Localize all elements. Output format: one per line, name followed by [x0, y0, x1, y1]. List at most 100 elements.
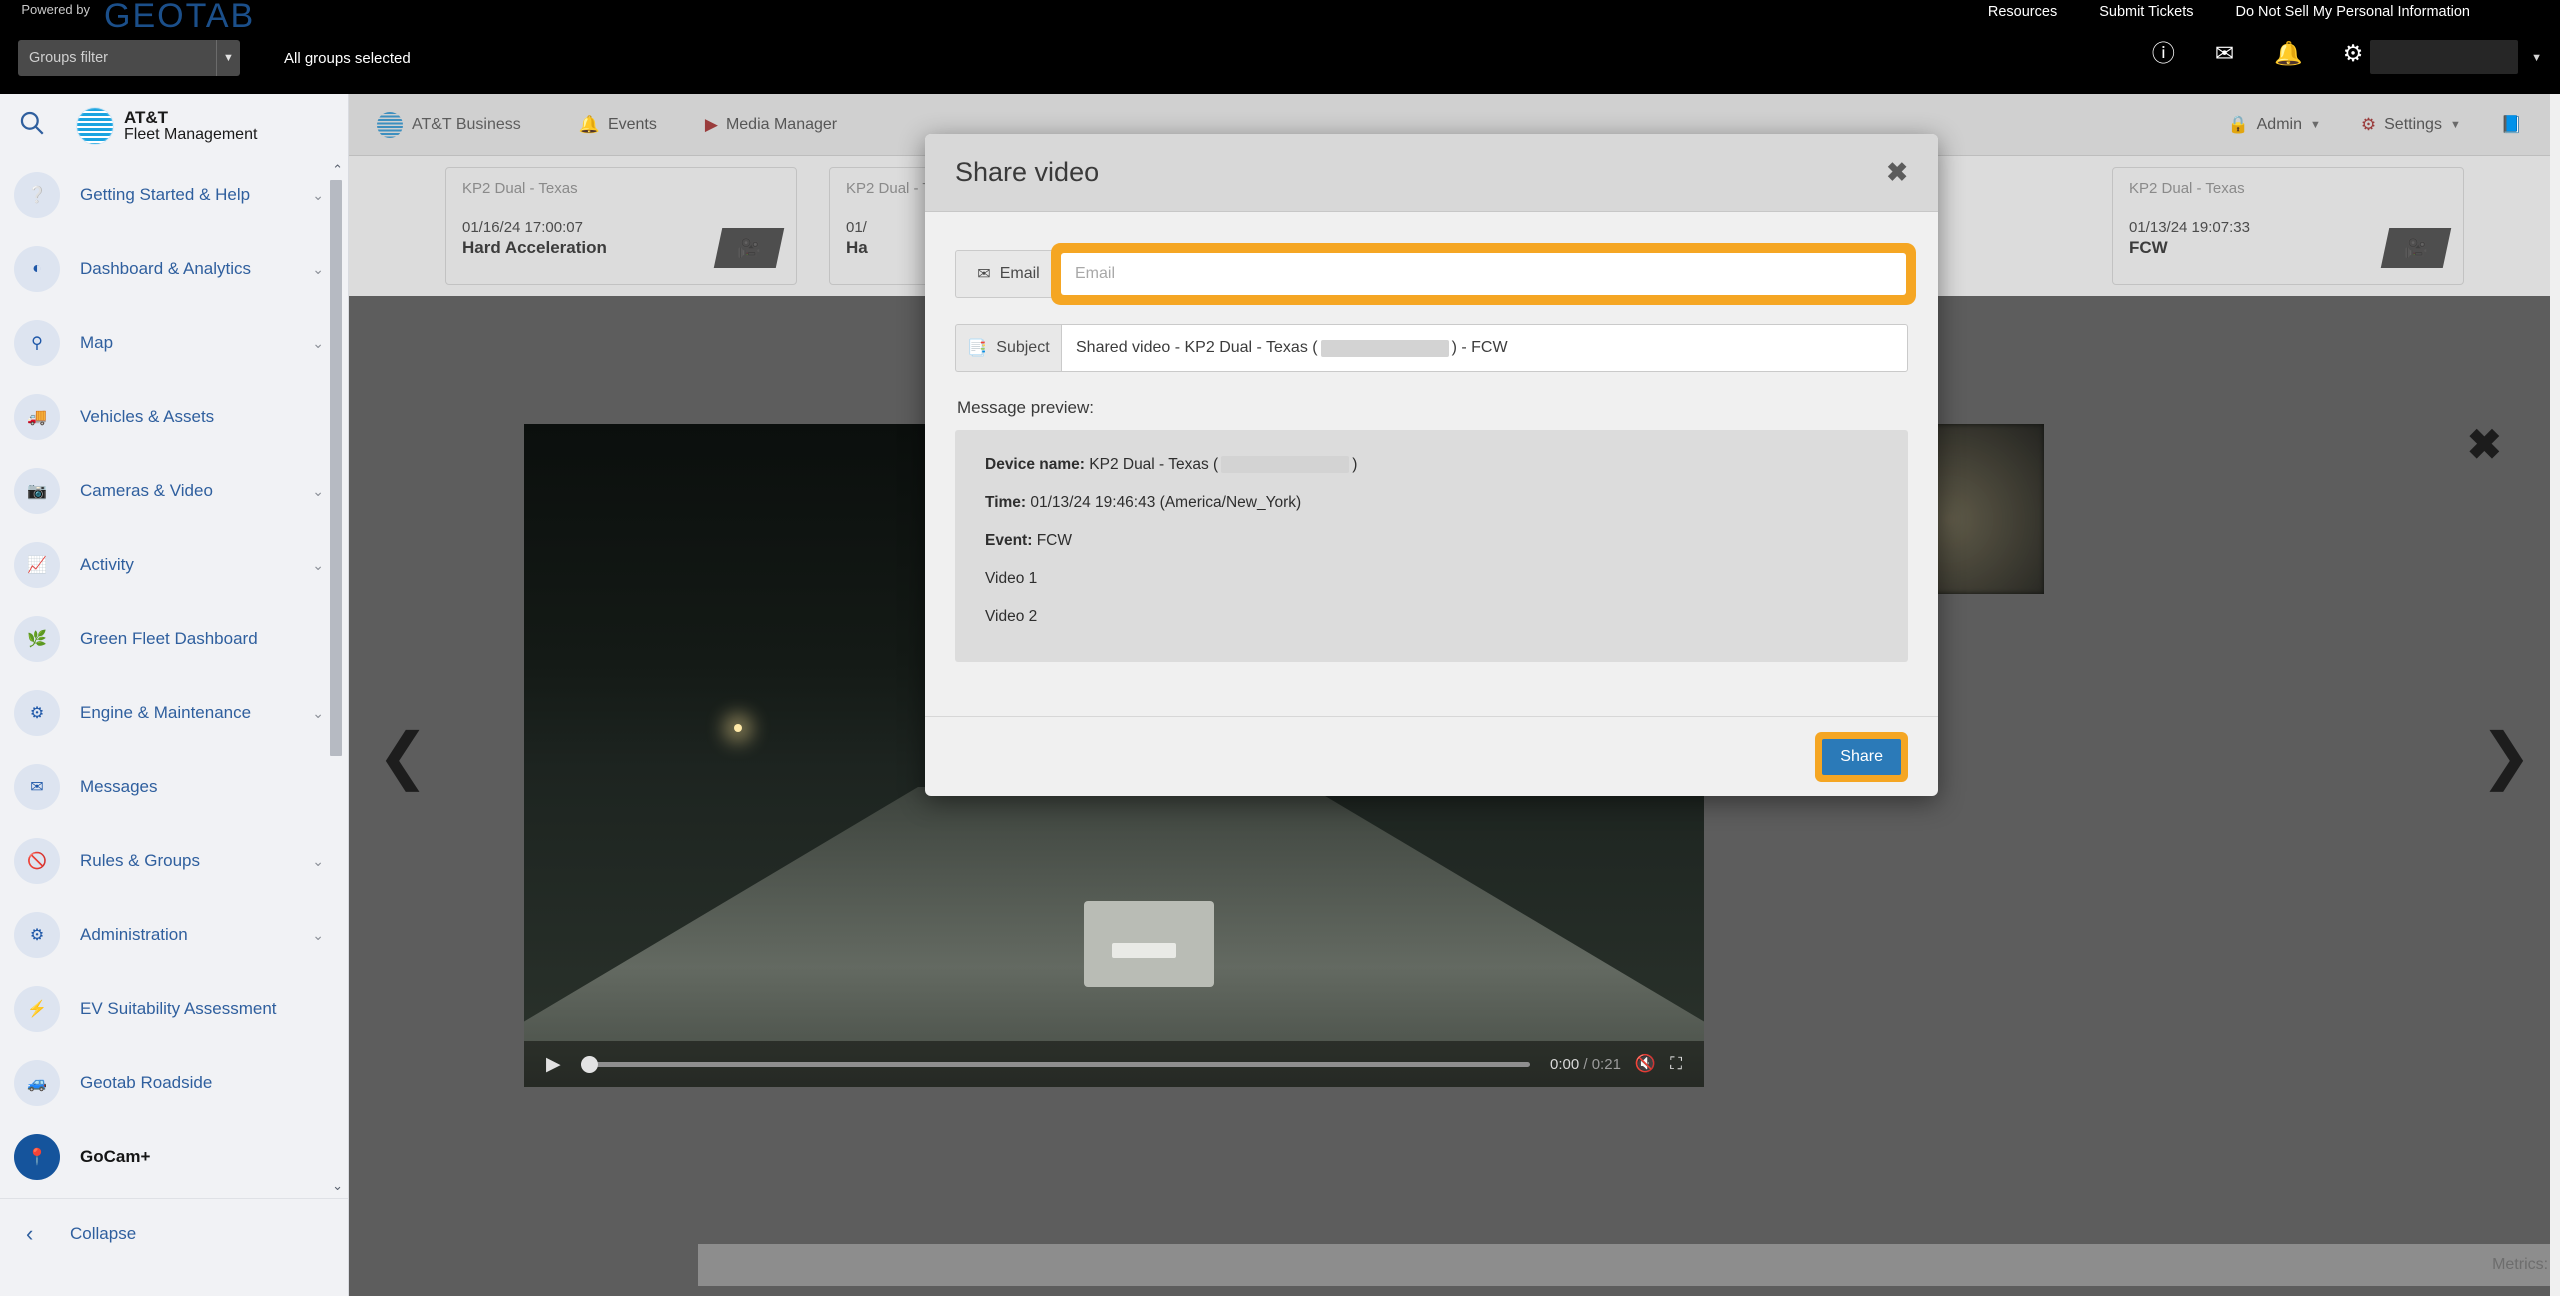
- nav-item-media-manager[interactable]: ▶ Media Manager: [705, 115, 837, 135]
- chevron-left-icon[interactable]: ❮: [377, 726, 429, 788]
- sidebar-nav-list: ❔ Getting Started & Help ⌄ ◐ Dashboard &…: [0, 158, 348, 1198]
- event-card[interactable]: KP2 Dual - Texas 01/13/24 19:07:33 FCW 🎥: [2112, 167, 2464, 285]
- fullscreen-icon[interactable]: ⛶: [1670, 1054, 1682, 1074]
- att-business-label: AT&T Business: [412, 115, 521, 133]
- preview-event-value: FCW: [1036, 532, 1072, 549]
- map-pin-icon: ⚲: [14, 320, 60, 366]
- page-scrollbar[interactable]: [2550, 94, 2560, 1296]
- sidebar-scrollbar[interactable]: ⌃ ⌄: [330, 158, 345, 1198]
- preview-video1: Video 1: [985, 570, 1038, 587]
- sidebar-item-activity[interactable]: 📈 Activity ⌄: [0, 528, 348, 602]
- sidebar-item-engine-maintenance[interactable]: ⚙ Engine & Maintenance ⌄: [0, 676, 348, 750]
- bell-alert-icon: 🔔: [578, 114, 600, 134]
- sidebar-item-label: Engine & Maintenance: [80, 703, 252, 722]
- nav-item-settings[interactable]: ⚙ Settings ▼: [2361, 115, 2461, 135]
- att-brand-line2: Fleet Management: [124, 125, 258, 143]
- bell-icon[interactable]: 🔔: [2274, 42, 2303, 65]
- sidebar-item-label: Green Fleet Dashboard: [80, 629, 258, 648]
- truck-icon: 🚚: [14, 394, 60, 440]
- chevron-down-icon: ⌄: [312, 852, 324, 869]
- link-resources[interactable]: Resources: [1988, 4, 2057, 20]
- email-input[interactable]: [1061, 253, 1906, 295]
- help-book-icon: 📘: [2500, 114, 2522, 134]
- sidebar-collapse-button[interactable]: ‹ Collapse: [0, 1198, 348, 1268]
- question-icon: ❔: [14, 172, 60, 218]
- chevron-down-icon[interactable]: ▼: [2531, 52, 2542, 64]
- event-device-name: KP2 Dual - Texas: [462, 180, 578, 197]
- powered-by-text: Powered by: [21, 2, 90, 17]
- preview-device-name-label: Device name:: [985, 456, 1085, 473]
- geotab-top-bar: Powered by GEOTAB ▼ All groups selected …: [0, 0, 2560, 94]
- nav-item-help[interactable]: 📘: [2501, 115, 2522, 135]
- sidebar-item-vehicles-assets[interactable]: 🚚 Vehicles & Assets: [0, 380, 348, 454]
- nav-item-label: Settings: [2384, 115, 2442, 133]
- sidebar-item-getting-started[interactable]: ❔ Getting Started & Help ⌄: [0, 158, 348, 232]
- sidebar-item-label: Rules & Groups: [80, 851, 200, 870]
- preview-time-value: 01/13/24 19:46:43 (America/New_York): [1030, 494, 1302, 511]
- nav-item-admin[interactable]: 🔒 Admin ▼: [2227, 115, 2320, 135]
- groups-filter-input[interactable]: [18, 40, 216, 76]
- gear-icon[interactable]: ⚙: [2343, 42, 2364, 65]
- note-icon: 📑: [967, 340, 988, 357]
- nav-item-events[interactable]: 🔔 Events: [579, 115, 657, 135]
- video-clip-icon[interactable]: 🎥: [2380, 228, 2452, 268]
- subject-value-suffix: ) - FCW: [1451, 339, 1508, 356]
- scrollbar-thumb[interactable]: [330, 180, 342, 756]
- video-controls: ▶ 0:00 / 0:21 🔇 ⛶: [524, 1041, 1704, 1087]
- modal-title: Share video: [955, 157, 1100, 187]
- preview-device-name-prefix: KP2 Dual - Texas (: [1089, 456, 1219, 473]
- close-icon[interactable]: ✖: [2467, 424, 2502, 466]
- gocam-icon: 📍: [14, 1134, 60, 1180]
- sidebar-item-messages[interactable]: ✉ Messages: [0, 750, 348, 824]
- share-button[interactable]: Share: [1822, 738, 1901, 775]
- envelope-icon: ✉: [977, 266, 991, 283]
- scroll-up-icon[interactable]: ⌃: [332, 162, 343, 178]
- sidebar-item-rules-groups[interactable]: 🚫 Rules & Groups ⌄: [0, 824, 348, 898]
- sidebar-item-dashboard-analytics[interactable]: ◐ Dashboard & Analytics ⌄: [0, 232, 348, 306]
- video-seek-slider[interactable]: [580, 1055, 1530, 1073]
- scroll-down-icon[interactable]: ⌄: [332, 1178, 343, 1194]
- chevron-down-icon: ⌄: [312, 926, 324, 943]
- play-icon[interactable]: ▶: [546, 1053, 561, 1076]
- sidebar-item-label: Dashboard & Analytics: [80, 259, 252, 278]
- chevron-right-icon[interactable]: ❯: [2480, 726, 2532, 788]
- settings-gear-icon: ⚙: [2360, 114, 2377, 134]
- envelope-icon: ✉: [14, 764, 60, 810]
- subject-input[interactable]: Shared video - KP2 Dual - Texas ( ) - FC…: [1061, 324, 1908, 372]
- camera-icon: 📷: [14, 468, 60, 514]
- link-submit-tickets[interactable]: Submit Tickets: [2099, 4, 2193, 20]
- sidebar-item-label: Cameras & Video: [80, 481, 213, 500]
- mute-icon[interactable]: 🔇: [1635, 1054, 1656, 1074]
- sidebar-item-administration[interactable]: ⚙ Administration ⌄: [0, 898, 348, 972]
- bar-chart-icon: 📈: [14, 542, 60, 588]
- event-card[interactable]: KP2 Dual - Texas 01/16/24 17:00:07 Hard …: [445, 167, 797, 285]
- groups-filter[interactable]: ▼: [18, 40, 240, 76]
- sidebar: AT&T Fleet Management ❔ Getting Started …: [0, 94, 349, 1296]
- chevron-down-icon: ▼: [2309, 118, 2321, 131]
- all-groups-selected-label: All groups selected: [284, 50, 411, 67]
- mail-icon[interactable]: ✉: [2215, 42, 2234, 65]
- video-time-display: 0:00 / 0:21: [1550, 1056, 1621, 1073]
- streetlight-glow: [734, 724, 742, 732]
- sidebar-item-green-fleet-dashboard[interactable]: 🌿 Green Fleet Dashboard: [0, 602, 348, 676]
- close-icon[interactable]: ✖: [1886, 157, 1908, 188]
- video-seek-knob[interactable]: [580, 1055, 598, 1073]
- message-preview-label: Message preview:: [957, 398, 1095, 417]
- chevron-down-icon: ⌄: [312, 260, 324, 277]
- sidebar-item-ev-suitability-assessment[interactable]: ⚡ EV Suitability Assessment: [0, 972, 348, 1046]
- geotab-wordmark: GEOTAB: [104, 0, 256, 35]
- sidebar-item-map[interactable]: ⚲ Map ⌄: [0, 306, 348, 380]
- preview-time-row: Time: 01/13/24 19:46:43 (America/New_Yor…: [985, 494, 1878, 512]
- sidebar-item-gocam-plus[interactable]: 📍 GoCam+: [0, 1120, 348, 1194]
- no-entry-icon: 🚫: [14, 838, 60, 884]
- redacted-value: [1221, 456, 1350, 474]
- sidebar-item-label: GoCam+: [80, 1147, 151, 1166]
- sidebar-item-geotab-roadside[interactable]: 🚙 Geotab Roadside: [0, 1046, 348, 1120]
- link-do-not-sell[interactable]: Do Not Sell My Personal Information: [2235, 4, 2470, 20]
- sidebar-item-cameras-video[interactable]: 📷 Cameras & Video ⌄: [0, 454, 348, 528]
- sidebar-item-label: Getting Started & Help: [80, 185, 251, 204]
- help-circle-icon[interactable]: ⓘ: [2152, 42, 2175, 65]
- chevron-down-icon[interactable]: ▼: [216, 40, 240, 76]
- video-clip-icon[interactable]: 🎥: [713, 228, 785, 268]
- search-icon[interactable]: [18, 109, 76, 143]
